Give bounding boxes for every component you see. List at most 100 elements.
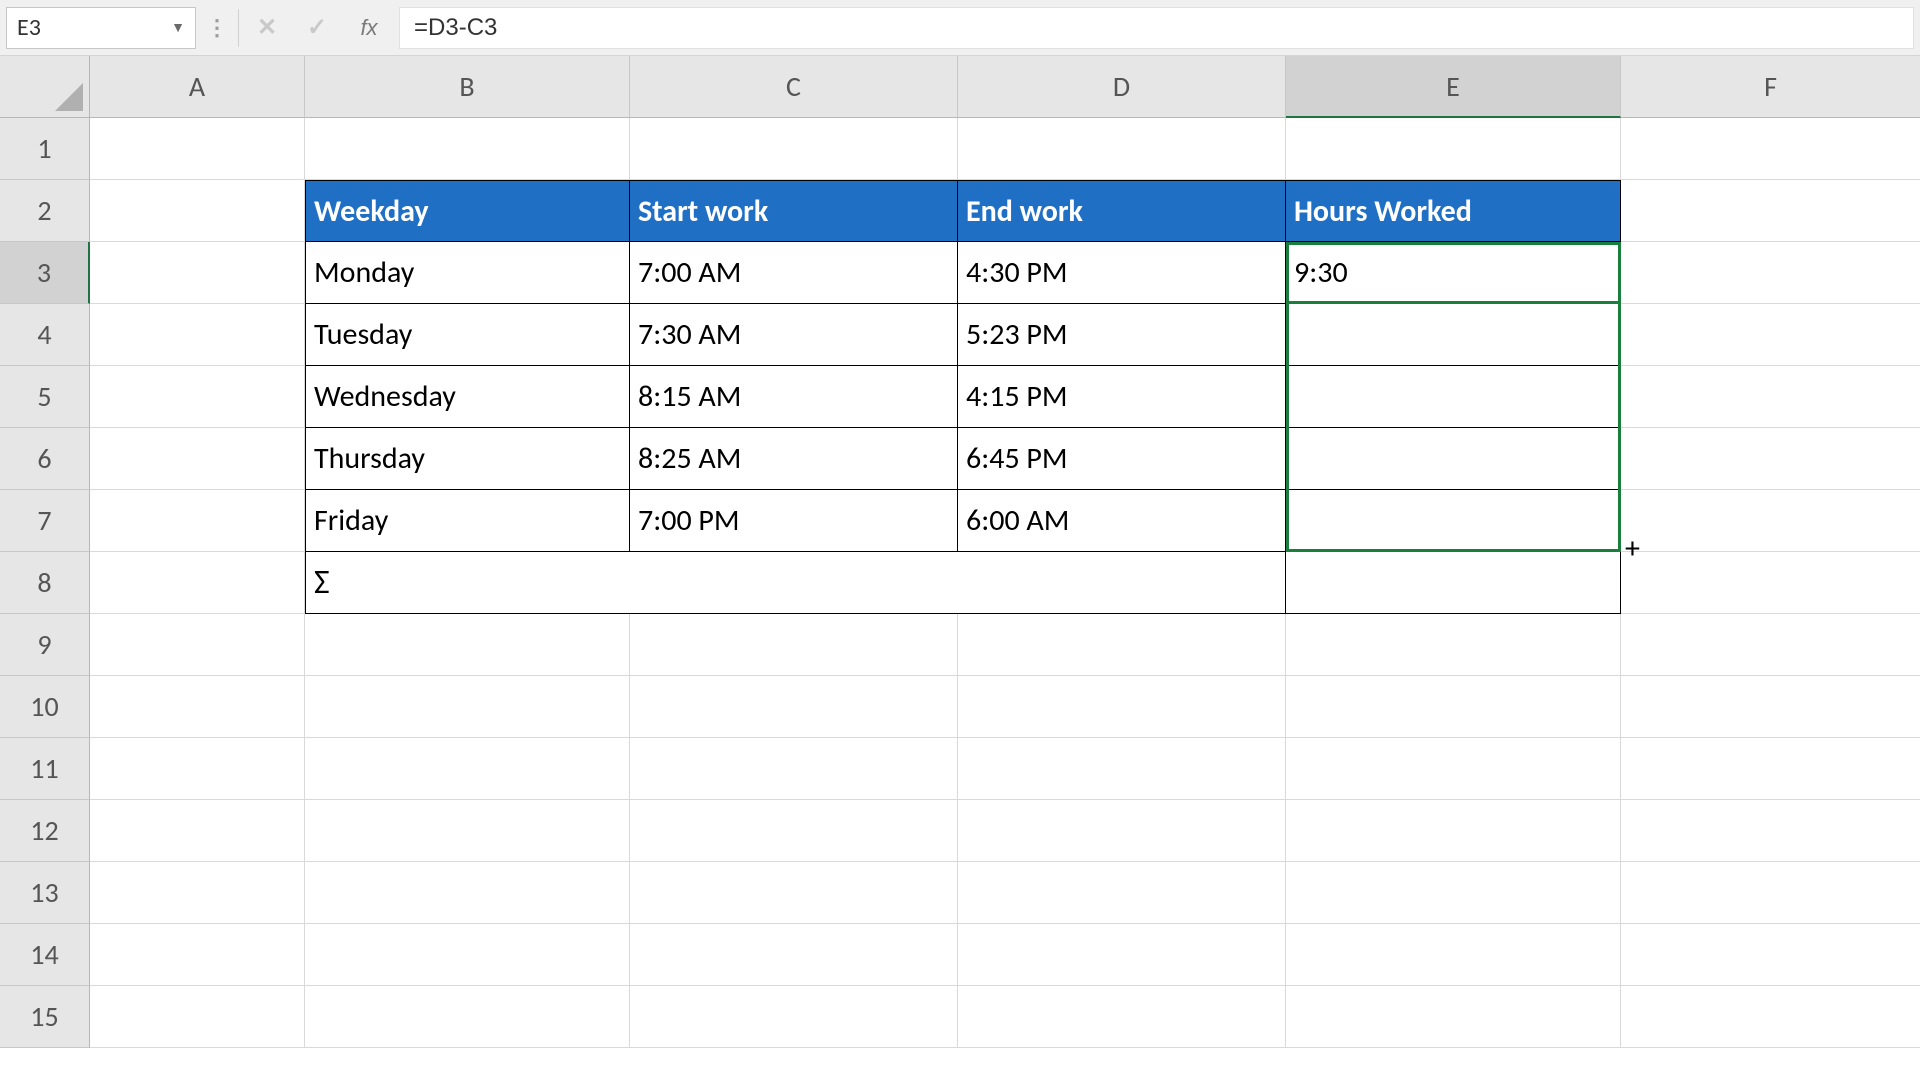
table-cell-end[interactable]: 4:30 PM xyxy=(958,242,1286,304)
cell[interactable] xyxy=(1286,738,1621,800)
cell[interactable] xyxy=(958,738,1286,800)
row-header-14[interactable]: 14 xyxy=(0,924,90,986)
cell[interactable] xyxy=(958,862,1286,924)
cell[interactable] xyxy=(1621,862,1920,924)
row-header-9[interactable]: 9 xyxy=(0,614,90,676)
cell[interactable] xyxy=(305,614,630,676)
cell[interactable] xyxy=(305,862,630,924)
cell[interactable] xyxy=(90,428,305,490)
cell[interactable] xyxy=(1621,986,1920,1048)
cell[interactable] xyxy=(90,862,305,924)
cell[interactable] xyxy=(1621,428,1920,490)
cell[interactable] xyxy=(630,924,958,986)
cell[interactable] xyxy=(90,738,305,800)
name-box[interactable]: E3 ▼ xyxy=(6,7,196,49)
cell[interactable] xyxy=(1621,738,1920,800)
cell[interactable] xyxy=(630,738,958,800)
column-header-B[interactable]: B xyxy=(305,56,630,118)
table-cell-hours[interactable] xyxy=(1286,428,1621,490)
cell[interactable] xyxy=(630,986,958,1048)
cell[interactable] xyxy=(1286,924,1621,986)
cell[interactable] xyxy=(1621,552,1920,614)
cell[interactable] xyxy=(630,614,958,676)
cell[interactable] xyxy=(1621,242,1920,304)
cell[interactable] xyxy=(1286,986,1621,1048)
cell[interactable] xyxy=(305,924,630,986)
cell[interactable] xyxy=(305,118,630,180)
cell[interactable] xyxy=(90,366,305,428)
row-header-4[interactable]: 4 xyxy=(0,304,90,366)
cell[interactable] xyxy=(958,986,1286,1048)
table-cell-start[interactable]: 8:15 AM xyxy=(630,366,958,428)
cell[interactable] xyxy=(90,118,305,180)
table-cell-day[interactable]: Friday xyxy=(305,490,630,552)
row-header-3[interactable]: 3 xyxy=(0,242,90,304)
cell[interactable] xyxy=(1286,862,1621,924)
table-cell-end[interactable]: 4:15 PM xyxy=(958,366,1286,428)
table-cell-day[interactable]: Thursday xyxy=(305,428,630,490)
cell[interactable] xyxy=(90,614,305,676)
row-header-10[interactable]: 10 xyxy=(0,676,90,738)
cell[interactable] xyxy=(630,800,958,862)
cell[interactable] xyxy=(1621,366,1920,428)
cell[interactable] xyxy=(1286,800,1621,862)
table-cell-day[interactable]: Tuesday xyxy=(305,304,630,366)
cell[interactable] xyxy=(1621,676,1920,738)
table-cell-start[interactable]: 7:30 AM xyxy=(630,304,958,366)
column-header-C[interactable]: C xyxy=(630,56,958,118)
cell[interactable] xyxy=(90,490,305,552)
cell[interactable] xyxy=(958,924,1286,986)
table-cell-start[interactable]: 8:25 AM xyxy=(630,428,958,490)
cell[interactable] xyxy=(90,924,305,986)
cell[interactable] xyxy=(630,676,958,738)
cell[interactable] xyxy=(1621,924,1920,986)
cell[interactable] xyxy=(1621,180,1920,242)
cell[interactable] xyxy=(958,676,1286,738)
cell[interactable] xyxy=(630,862,958,924)
table-cell-hours[interactable]: 9:30 xyxy=(1286,242,1621,304)
cell[interactable] xyxy=(1286,614,1621,676)
row-header-6[interactable]: 6 xyxy=(0,428,90,490)
cell[interactable] xyxy=(1621,304,1920,366)
chevron-down-icon[interactable]: ▼ xyxy=(171,19,185,36)
table-cell-hours[interactable] xyxy=(1286,366,1621,428)
cancel-button[interactable]: ✕ xyxy=(245,8,289,48)
table-cell-start[interactable]: 7:00 PM xyxy=(630,490,958,552)
row-header-5[interactable]: 5 xyxy=(0,366,90,428)
row-header-12[interactable]: 12 xyxy=(0,800,90,862)
row-header-11[interactable]: 11 xyxy=(0,738,90,800)
select-all-corner[interactable] xyxy=(0,56,90,118)
row-header-1[interactable]: 1 xyxy=(0,118,90,180)
row-header-13[interactable]: 13 xyxy=(0,862,90,924)
cell[interactable] xyxy=(1621,614,1920,676)
column-header-E[interactable]: E xyxy=(1286,56,1621,118)
cell[interactable] xyxy=(1286,676,1621,738)
cell[interactable] xyxy=(305,986,630,1048)
cell[interactable] xyxy=(90,180,305,242)
column-header-A[interactable]: A xyxy=(90,56,305,118)
cell[interactable] xyxy=(1621,118,1920,180)
cell[interactable] xyxy=(1621,800,1920,862)
row-header-2[interactable]: 2 xyxy=(0,180,90,242)
cell[interactable] xyxy=(90,986,305,1048)
row-header-7[interactable]: 7 xyxy=(0,490,90,552)
table-cell-hours[interactable] xyxy=(1286,490,1621,552)
cell[interactable] xyxy=(305,738,630,800)
table-cell-day[interactable]: Monday xyxy=(305,242,630,304)
table-cell-start[interactable]: 7:00 AM xyxy=(630,242,958,304)
cell[interactable] xyxy=(1286,118,1621,180)
cell[interactable] xyxy=(305,676,630,738)
cell[interactable] xyxy=(90,676,305,738)
cell[interactable] xyxy=(958,614,1286,676)
table-cell-end[interactable]: 6:45 PM xyxy=(958,428,1286,490)
insert-function-button[interactable]: fx xyxy=(345,8,393,48)
formula-input[interactable] xyxy=(399,7,1914,49)
cell[interactable] xyxy=(90,800,305,862)
column-header-F[interactable]: F xyxy=(1621,56,1920,118)
cell[interactable] xyxy=(90,304,305,366)
cell[interactable] xyxy=(305,800,630,862)
cell[interactable] xyxy=(958,118,1286,180)
row-header-8[interactable]: 8 xyxy=(0,552,90,614)
table-cell-hours[interactable] xyxy=(1286,304,1621,366)
table-cell-end[interactable]: 5:23 PM xyxy=(958,304,1286,366)
